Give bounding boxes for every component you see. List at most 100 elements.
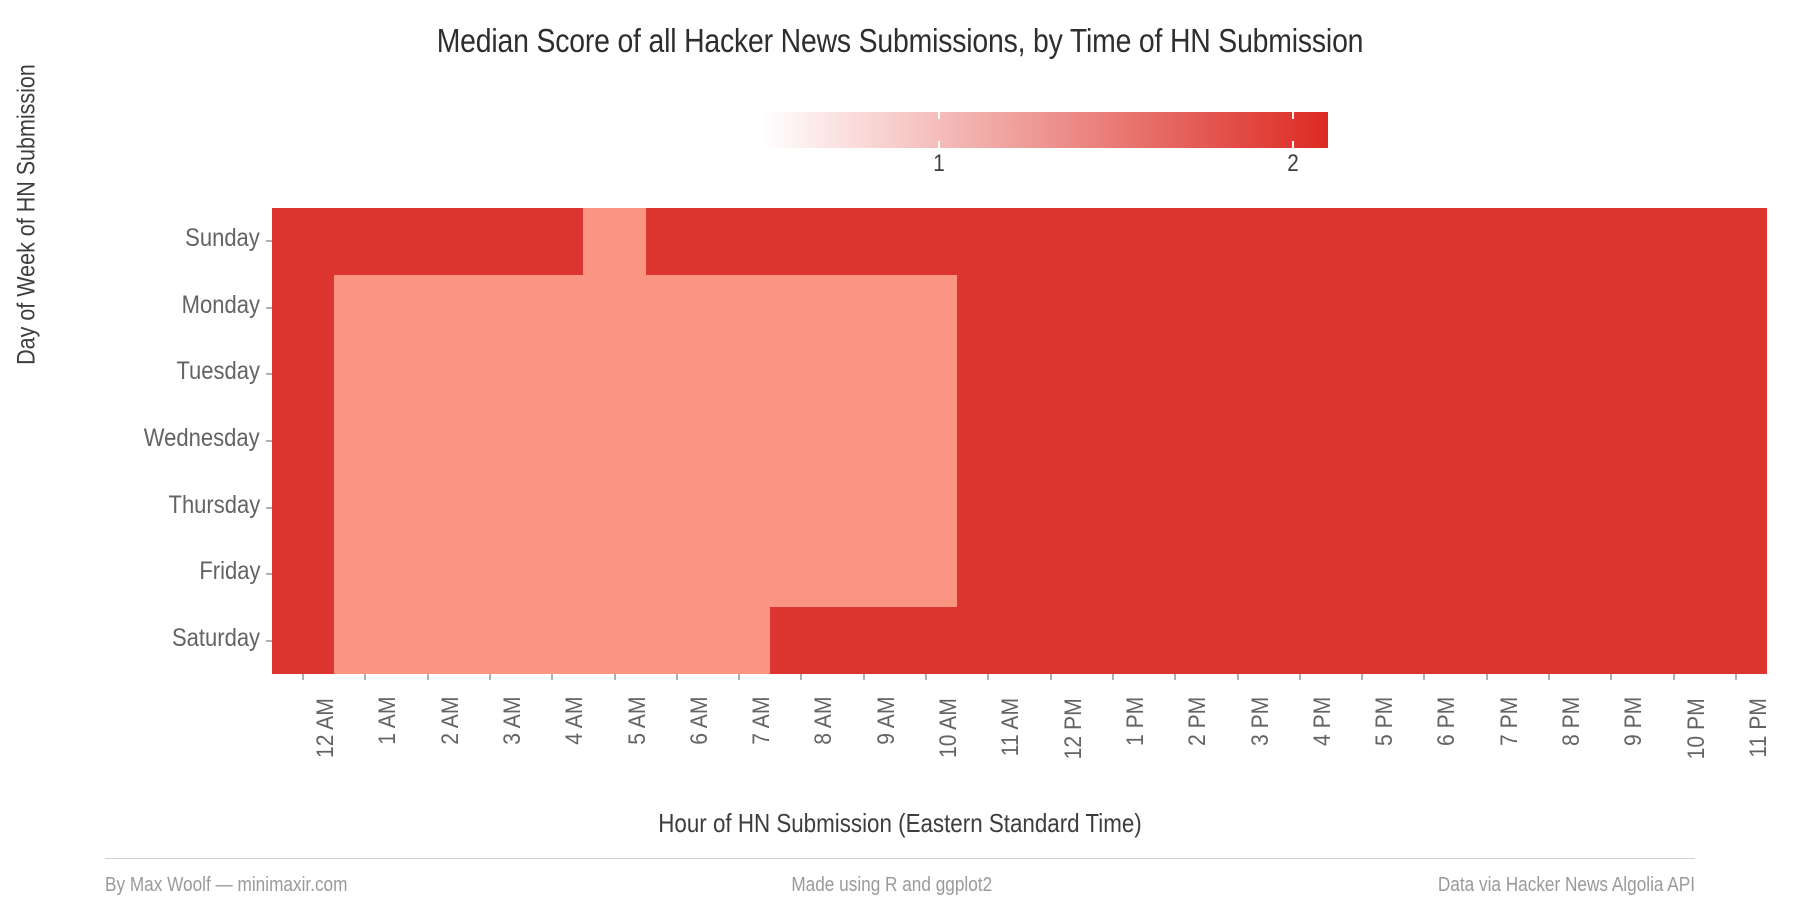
- heatmap-cell[interactable]: [1144, 341, 1207, 408]
- heatmap-cell[interactable]: [458, 540, 522, 608]
- heatmap-cell[interactable]: [894, 274, 958, 342]
- heatmap-cell[interactable]: [957, 540, 1020, 608]
- heatmap-cell[interactable]: [1144, 274, 1207, 342]
- heatmap-cell[interactable]: [521, 274, 584, 342]
- heatmap-cell[interactable]: [1517, 407, 1581, 475]
- heatmap-cell[interactable]: [1081, 540, 1145, 608]
- heatmap-cell[interactable]: [521, 208, 584, 275]
- heatmap-cell[interactable]: [1206, 274, 1269, 342]
- heatmap-cell[interactable]: [1580, 474, 1643, 541]
- heatmap-cell[interactable]: [1455, 607, 1518, 674]
- heatmap-cell[interactable]: [334, 208, 397, 275]
- heatmap-cell[interactable]: [458, 607, 522, 674]
- heatmap-cell[interactable]: [583, 540, 646, 608]
- heatmap-cell[interactable]: [708, 208, 771, 275]
- heatmap-cell[interactable]: [1455, 341, 1518, 408]
- heatmap-cell[interactable]: [521, 540, 584, 608]
- heatmap-cell[interactable]: [1393, 607, 1456, 674]
- heatmap-cell[interactable]: [1144, 474, 1207, 541]
- heatmap-cell[interactable]: [708, 607, 771, 674]
- heatmap-cell[interactable]: [1331, 540, 1394, 608]
- heatmap-cell[interactable]: [1580, 208, 1643, 275]
- heatmap-cell[interactable]: [458, 474, 522, 541]
- heatmap-cell[interactable]: [334, 474, 397, 541]
- heatmap-cell[interactable]: [1704, 274, 1768, 342]
- heatmap-cell[interactable]: [334, 274, 397, 342]
- heatmap-cell[interactable]: [1393, 208, 1456, 275]
- heatmap-cell[interactable]: [396, 274, 459, 342]
- heatmap-cell[interactable]: [1704, 341, 1768, 408]
- heatmap-cell[interactable]: [1081, 407, 1145, 475]
- heatmap-cell[interactable]: [645, 341, 709, 408]
- heatmap-cell[interactable]: [272, 407, 335, 475]
- heatmap-cell[interactable]: [957, 341, 1020, 408]
- heatmap-cell[interactable]: [957, 274, 1020, 342]
- heatmap-cell[interactable]: [1704, 474, 1768, 541]
- heatmap-cell[interactable]: [708, 474, 771, 541]
- heatmap-cell[interactable]: [957, 407, 1020, 475]
- heatmap-cell[interactable]: [1081, 208, 1145, 275]
- heatmap-cell[interactable]: [396, 407, 459, 475]
- heatmap-cell[interactable]: [1206, 474, 1269, 541]
- heatmap-cell[interactable]: [1144, 540, 1207, 608]
- heatmap-cell[interactable]: [1268, 274, 1332, 342]
- heatmap-cell[interactable]: [1704, 540, 1768, 608]
- heatmap-cell[interactable]: [1144, 208, 1207, 275]
- heatmap-cell[interactable]: [396, 540, 459, 608]
- heatmap-cell[interactable]: [1393, 274, 1456, 342]
- heatmap-cell[interactable]: [1642, 407, 1705, 475]
- heatmap-cell[interactable]: [1019, 540, 1082, 608]
- heatmap-cell[interactable]: [1331, 208, 1394, 275]
- heatmap-cell[interactable]: [1268, 341, 1332, 408]
- heatmap-cell[interactable]: [458, 274, 522, 342]
- heatmap-cell[interactable]: [583, 208, 646, 275]
- heatmap-cell[interactable]: [1331, 341, 1394, 408]
- heatmap-cell[interactable]: [334, 341, 397, 408]
- heatmap-cell[interactable]: [770, 474, 833, 541]
- heatmap-cell[interactable]: [1455, 474, 1518, 541]
- heatmap-cell[interactable]: [1455, 208, 1518, 275]
- heatmap-cell[interactable]: [770, 274, 833, 342]
- heatmap-cell[interactable]: [708, 407, 771, 475]
- heatmap-cell[interactable]: [894, 208, 958, 275]
- heatmap-cell[interactable]: [894, 540, 958, 608]
- heatmap-cell[interactable]: [708, 540, 771, 608]
- heatmap-cell[interactable]: [1206, 607, 1269, 674]
- heatmap-cell[interactable]: [1517, 474, 1581, 541]
- heatmap-cell[interactable]: [1580, 540, 1643, 608]
- heatmap-cell[interactable]: [1268, 607, 1332, 674]
- heatmap-cell[interactable]: [521, 407, 584, 475]
- heatmap-cell[interactable]: [832, 607, 895, 674]
- heatmap-cell[interactable]: [1331, 474, 1394, 541]
- heatmap-cell[interactable]: [1642, 540, 1705, 608]
- heatmap-cell[interactable]: [645, 274, 709, 342]
- heatmap-cell[interactable]: [521, 341, 584, 408]
- heatmap-cell[interactable]: [957, 607, 1020, 674]
- heatmap-cell[interactable]: [1517, 540, 1581, 608]
- heatmap-cell[interactable]: [1704, 407, 1768, 475]
- heatmap-cell[interactable]: [832, 341, 895, 408]
- heatmap-cell[interactable]: [583, 607, 646, 674]
- heatmap-cell[interactable]: [1455, 274, 1518, 342]
- heatmap-cell[interactable]: [894, 607, 958, 674]
- heatmap-cell[interactable]: [272, 274, 335, 342]
- heatmap-cell[interactable]: [396, 474, 459, 541]
- heatmap-cell[interactable]: [521, 474, 584, 541]
- heatmap-cell[interactable]: [1642, 607, 1705, 674]
- heatmap-cell[interactable]: [1019, 208, 1082, 275]
- heatmap-cell[interactable]: [1206, 540, 1269, 608]
- heatmap-cell[interactable]: [458, 407, 522, 475]
- heatmap-cell[interactable]: [645, 208, 709, 275]
- heatmap-cell[interactable]: [1580, 607, 1643, 674]
- heatmap-cell[interactable]: [1704, 607, 1768, 674]
- heatmap-cell[interactable]: [770, 607, 833, 674]
- heatmap-cell[interactable]: [645, 474, 709, 541]
- heatmap-cell[interactable]: [957, 208, 1020, 275]
- heatmap-cell[interactable]: [1517, 607, 1581, 674]
- heatmap-cell[interactable]: [1331, 274, 1394, 342]
- heatmap-cell[interactable]: [334, 607, 397, 674]
- heatmap-cell[interactable]: [832, 407, 895, 475]
- heatmap-cell[interactable]: [1019, 474, 1082, 541]
- heatmap-cell[interactable]: [832, 274, 895, 342]
- heatmap-cell[interactable]: [645, 540, 709, 608]
